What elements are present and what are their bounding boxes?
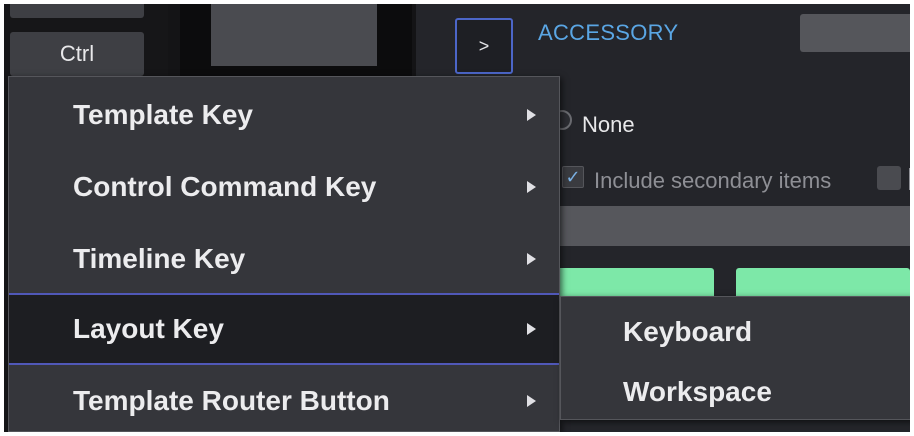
menu-item-label: Timeline Key <box>73 243 246 274</box>
menu-item-label: Template Key <box>73 99 253 130</box>
submenu-item-label: Keyboard <box>623 316 753 347</box>
menu-item-label: Template Router Button <box>73 385 390 416</box>
other-checkbox[interactable] <box>877 166 901 190</box>
menu-item-template-router-button[interactable]: Template Router Button <box>9 367 559 432</box>
context-menu: Template Key Control Command Key Timelin… <box>8 76 560 432</box>
submenu-arrow-icon <box>527 109 536 121</box>
none-radio-label: None <box>582 112 635 137</box>
menu-item-label: Layout Key <box>73 313 224 344</box>
preview-block <box>211 4 377 66</box>
submenu-item-workspace[interactable]: Workspace <box>561 363 910 421</box>
menu-item-template-key[interactable]: Template Key <box>9 81 559 149</box>
include-secondary-label: Include secondary items <box>594 168 832 193</box>
submenu-arrow-icon <box>527 395 536 407</box>
menu-item-control-command-key[interactable]: Control Command Key <box>9 153 559 221</box>
menu-item-timeline-key[interactable]: Timeline Key <box>9 225 559 293</box>
layout-key-submenu: Keyboard Workspace <box>560 296 910 420</box>
submenu-item-label: Workspace <box>623 376 772 407</box>
menu-item-label: Control Command Key <box>73 171 377 202</box>
submenu-arrow-icon <box>527 253 536 265</box>
include-secondary-checkbox[interactable]: ✓ <box>562 166 584 188</box>
submenu-arrow-icon <box>527 181 536 193</box>
submenu-arrow-icon <box>527 323 536 335</box>
ctrl-key-button[interactable]: Ctrl <box>10 32 144 76</box>
accessory-field[interactable] <box>800 14 910 52</box>
other-checkbox-label-fragment <box>909 168 910 190</box>
menu-item-layout-key[interactable]: Layout Key <box>9 293 559 365</box>
accessory-section-title: ACCESSORY <box>538 20 679 45</box>
submenu-item-keyboard[interactable]: Keyboard <box>561 303 910 361</box>
expand-button[interactable]: > <box>455 18 513 74</box>
app-window: Ctrl > ACCESSORY None ✓ Include secondar… <box>4 4 910 432</box>
key-button-top[interactable] <box>10 4 144 18</box>
